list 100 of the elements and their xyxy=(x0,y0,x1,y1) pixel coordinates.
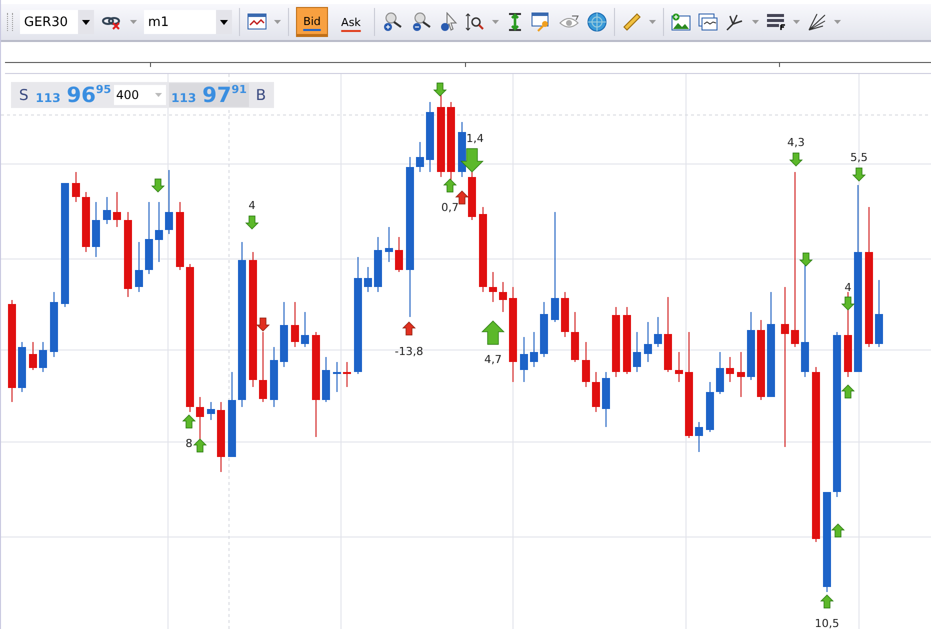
down-arrow-icon xyxy=(852,168,866,182)
candlestick xyxy=(176,202,184,270)
candlestick xyxy=(654,316,662,348)
zoom-in-icon[interactable] xyxy=(382,12,404,32)
vertical-range-icon[interactable] xyxy=(506,12,524,32)
candlestick xyxy=(259,332,267,402)
candlestick xyxy=(737,352,745,398)
radar-icon[interactable] xyxy=(587,12,607,32)
up-arrow-icon xyxy=(193,438,207,452)
up-arrow-icon xyxy=(831,524,845,538)
candlestick xyxy=(217,402,225,472)
candlestick xyxy=(592,372,600,412)
trade-label: 10,5 xyxy=(814,617,840,629)
up-arrow-icon xyxy=(820,594,834,608)
candlestick xyxy=(72,172,80,202)
zoom-out-icon[interactable] xyxy=(411,12,433,32)
candlestick xyxy=(385,226,393,262)
candlestick xyxy=(499,282,507,312)
caret-icon[interactable] xyxy=(82,20,90,24)
trade-label: 4,7 xyxy=(484,353,502,366)
down-arrow-icon xyxy=(256,318,270,332)
candlestick xyxy=(165,170,173,234)
down-arrow-icon xyxy=(433,82,447,96)
candlestick xyxy=(612,306,620,378)
candlestick xyxy=(280,302,288,368)
timeframe-dropdown[interactable]: m1 xyxy=(144,10,232,34)
candlestick xyxy=(875,280,883,348)
up-arrow-icon xyxy=(402,322,416,336)
caret-icon[interactable] xyxy=(220,20,228,24)
candlestick xyxy=(458,122,466,178)
trade-label: 5,5 xyxy=(850,151,868,164)
candlestick xyxy=(633,332,641,372)
candlestick xyxy=(695,422,703,452)
pitchfork-icon[interactable] xyxy=(725,12,745,32)
price-toggle-button[interactable]: Ask xyxy=(335,7,367,37)
candlestick xyxy=(82,192,90,252)
trade-label: 0,7 xyxy=(441,201,459,214)
toolbar-grip[interactable] xyxy=(7,13,13,31)
candlestick xyxy=(135,242,143,292)
candlestick xyxy=(270,346,278,408)
symbol-dropdown[interactable]: GER30 xyxy=(20,10,94,34)
list-icon[interactable] xyxy=(766,13,786,31)
candlestick xyxy=(39,342,47,372)
candlestick xyxy=(571,312,579,362)
candlestick xyxy=(322,356,330,402)
candlestick xyxy=(726,356,734,382)
chart-window-icon[interactable] xyxy=(247,13,267,31)
add-image-icon[interactable] xyxy=(671,13,691,31)
candlestick xyxy=(50,292,58,358)
candlestick xyxy=(207,402,215,420)
candlestick xyxy=(155,202,163,262)
trade-label: 4 xyxy=(248,199,256,212)
candlestick xyxy=(333,362,341,392)
candlestick xyxy=(29,342,37,370)
fan-lines-icon[interactable] xyxy=(807,12,827,32)
trade-label: 4 xyxy=(844,281,852,294)
candlestick xyxy=(644,322,652,362)
window-key-icon[interactable] xyxy=(531,12,551,32)
pointer-icon[interactable] xyxy=(440,12,458,32)
down-arrow-icon xyxy=(789,152,803,166)
candlestick xyxy=(582,342,590,388)
candlestick xyxy=(113,192,121,228)
down-arrow-icon xyxy=(245,216,259,230)
candlestick xyxy=(343,362,351,388)
down-arrow-icon xyxy=(151,178,165,192)
chart-windows-icon[interactable] xyxy=(698,13,718,31)
trade-label: -13,8 xyxy=(394,345,424,358)
candlestick xyxy=(18,342,26,392)
candlestick xyxy=(623,306,631,374)
candlestick xyxy=(540,302,548,358)
candlestick xyxy=(561,292,569,338)
sell-label: S xyxy=(18,86,30,104)
down-arrow-icon xyxy=(841,296,855,310)
candlestick xyxy=(706,382,714,432)
candlestick xyxy=(374,236,382,292)
candlestick xyxy=(530,332,538,368)
down-arrow-icon xyxy=(799,252,813,266)
up-arrow-icon xyxy=(841,384,855,398)
candlestick xyxy=(291,302,299,348)
candlestick xyxy=(426,102,434,172)
candlestick xyxy=(747,312,755,380)
price-toggle-button[interactable]: Bid xyxy=(296,7,328,37)
up-arrow-icon xyxy=(455,190,469,204)
candlestick xyxy=(92,202,100,258)
up-arrow-icon xyxy=(182,414,196,428)
candlestick xyxy=(395,236,403,272)
candlestick xyxy=(416,142,424,172)
candlestick xyxy=(468,172,476,220)
amount-field[interactable]: 400 xyxy=(114,85,166,105)
candlestick xyxy=(364,266,372,292)
candlestick xyxy=(301,312,309,348)
candlestick xyxy=(489,272,497,302)
trade-label: 8 xyxy=(186,437,192,450)
ruler-icon[interactable] xyxy=(622,12,642,32)
magnifier-icon[interactable] xyxy=(465,12,485,32)
up-arrow-icon xyxy=(443,178,457,192)
candlestick xyxy=(602,372,610,428)
candlestick xyxy=(675,352,683,382)
buy-label: B xyxy=(254,86,268,104)
down-arrow-icon xyxy=(460,148,484,172)
